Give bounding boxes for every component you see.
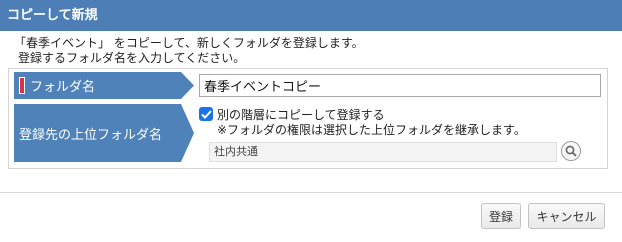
checkmark-icon [200, 109, 212, 119]
dialog-description: 「春季イベント」 をコピーして、新しくフォルダを登録します。 登録するフォルダ名… [14, 36, 364, 66]
folder-search-button[interactable] [561, 141, 581, 161]
footer-divider [0, 192, 622, 193]
register-button[interactable]: 登録 [481, 203, 521, 229]
folder-name-input[interactable] [199, 74, 601, 97]
parent-folder-label-text: 登録先の上位フォルダ名 [19, 127, 163, 143]
required-marker [19, 77, 25, 94]
cancel-button[interactable]: キャンセル [528, 203, 605, 229]
search-icon [565, 145, 577, 157]
folder-name-label-text: フォルダ名 [30, 80, 96, 95]
permission-note: ※フォルダの権限は選択した上位フォルダを継承します。 [217, 123, 526, 137]
description-line-2: 登録するフォルダ名を入力してください。 [18, 51, 246, 65]
folder-name-label: フォルダ名 [14, 72, 194, 99]
description-line-1: 「春季イベント」 をコピーして、新しくフォルダを登録します。 [14, 36, 364, 50]
parent-folder-field: 社内共通 [209, 142, 557, 162]
dialog-title: コピーして新規 [0, 0, 622, 31]
copy-to-other-level-checkbox[interactable] [199, 107, 213, 121]
parent-folder-label: 登録先の上位フォルダ名 [14, 104, 194, 162]
